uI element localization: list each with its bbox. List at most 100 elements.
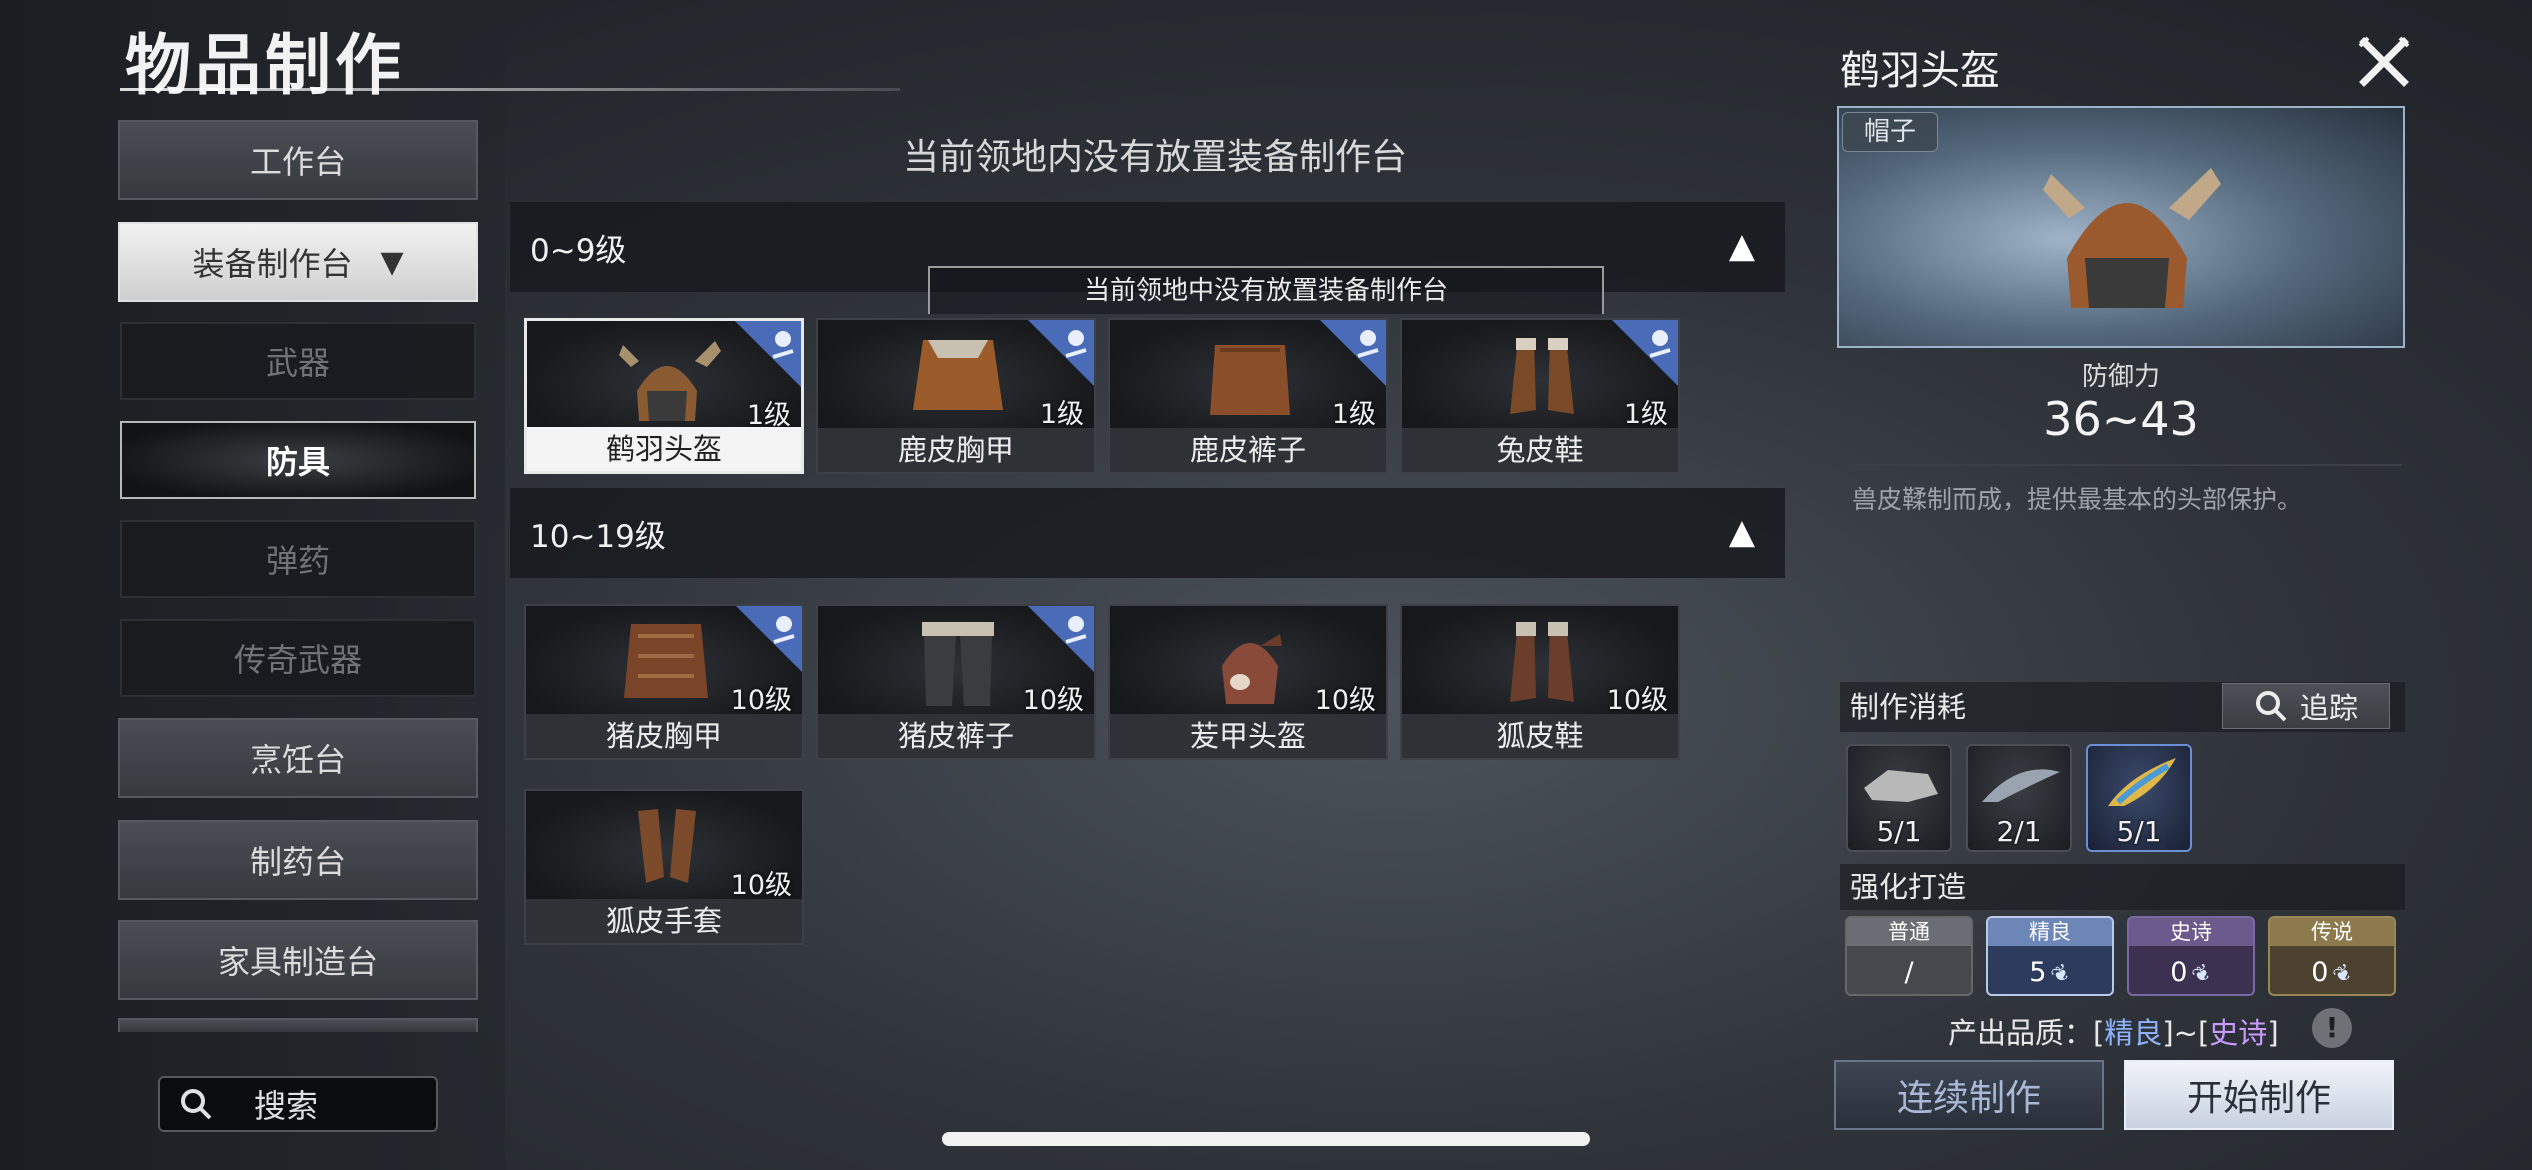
home-indicator[interactable]: [942, 1132, 1590, 1146]
section-title: 10~19级: [530, 518, 666, 555]
quality-fine[interactable]: 精良 5❦: [1986, 916, 2114, 996]
category-workbench[interactable]: 工作台: [118, 120, 478, 200]
material-slot[interactable]: 2/1: [1966, 744, 2072, 852]
blueprint-badge-icon: [1028, 320, 1094, 386]
subcategory-weapons[interactable]: 武器: [120, 322, 476, 400]
enhance-header: 强化打造: [1840, 864, 2405, 910]
item-name: 狐皮鞋: [1402, 714, 1678, 758]
feather-icon: ❦: [2047, 959, 2076, 990]
item-name: 苃甲头盔: [1110, 714, 1386, 758]
quality-value-row: 0❦: [2129, 957, 2253, 990]
output-quality-epic: 史诗: [2209, 1016, 2268, 1050]
blueprint-badge-icon: [1612, 320, 1678, 386]
quality-value-row: 0❦: [2270, 957, 2394, 990]
defense-label: 防御力: [2081, 362, 2160, 392]
item-card[interactable]: 10级 猪皮裤子: [816, 604, 1096, 760]
collapse-icon[interactable]: ▲: [1729, 226, 1755, 266]
item-card[interactable]: 1级 鹿皮胸甲: [816, 318, 1096, 474]
feather-icon: ❦: [2188, 959, 2217, 990]
quality-name: 史诗: [2170, 920, 2212, 944]
category-cooking[interactable]: 烹饪台: [118, 718, 478, 798]
chevron-down-icon: ▼: [380, 244, 404, 280]
bracket: [: [2093, 1016, 2105, 1050]
item-name: 鹿皮胸甲: [818, 428, 1094, 472]
quality-legendary[interactable]: 传说 0❦: [2268, 916, 2396, 996]
item-level: 10级: [1314, 685, 1376, 716]
item-card[interactable]: 10级 狐皮鞋: [1400, 604, 1680, 760]
info-icon[interactable]: !: [2312, 1008, 2352, 1048]
feather-icon: ❦: [2329, 959, 2358, 990]
title-underline: [120, 88, 900, 91]
blueprint-badge-icon: [735, 321, 801, 387]
item-level: 10级: [1606, 685, 1668, 716]
material-count: 5/1: [2116, 815, 2162, 848]
item-name: 猪皮裤子: [818, 714, 1094, 758]
section-header-10-19[interactable]: 10~19级 ▲: [510, 488, 1785, 578]
item-card[interactable]: 10级 苃甲头盔: [1108, 604, 1388, 760]
material-count: 2/1: [1996, 815, 2042, 848]
quality-name: 普通: [1888, 920, 1930, 944]
item-level: 10级: [730, 870, 792, 901]
item-card[interactable]: 1级 兔皮鞋: [1400, 318, 1680, 474]
category-partial[interactable]: [118, 1018, 478, 1032]
start-craft-button[interactable]: 开始制作: [2124, 1060, 2394, 1130]
item-card[interactable]: 10级 狐皮手套: [524, 789, 804, 945]
item-description: 兽皮鞣制而成，提供最基本的头部保护。: [1852, 485, 2303, 514]
item-card[interactable]: 1级 鹿皮裤子: [1108, 318, 1388, 474]
item-name: 猪皮胸甲: [526, 714, 802, 758]
tooltip-no-bench: 当前领地中没有放置装备制作台: [928, 266, 1604, 314]
subcategory-armor[interactable]: 防具: [120, 421, 476, 499]
category-equipment-bench-label: 装备制作台: [192, 245, 353, 283]
quality-value: 5: [2029, 957, 2047, 988]
output-quality: 产出品质：[精良]~[史诗]: [1948, 1010, 2279, 1052]
item-level: 10级: [730, 685, 792, 716]
item-level: 1级: [1623, 399, 1668, 430]
bracket: ]~[: [2162, 1016, 2210, 1050]
category-pharmacy[interactable]: 制药台: [118, 820, 478, 900]
defense-value: 36~43: [2043, 392, 2199, 446]
no-bench-notice: 当前领地内没有放置装备制作台: [902, 137, 1407, 178]
continuous-craft-button[interactable]: 连续制作: [1834, 1060, 2104, 1130]
search-icon: [2255, 691, 2287, 722]
quality-value: 0: [2311, 957, 2329, 988]
quality-value-row: 5❦: [1988, 957, 2112, 990]
subcategory-legendary-weapons[interactable]: 传奇武器: [120, 619, 476, 697]
quality-value: 0: [2170, 957, 2188, 988]
feather-icon: [1982, 769, 2060, 802]
quill-icon: [2108, 758, 2176, 806]
material-count: 5/1: [1876, 815, 1922, 848]
item-name: 鹿皮裤子: [1110, 428, 1386, 472]
track-button[interactable]: 追踪: [2222, 683, 2390, 729]
section-title: 0~9级: [530, 232, 627, 269]
blueprint-badge-icon: [1028, 606, 1094, 672]
output-quality-fine: 精良: [2104, 1016, 2163, 1050]
search-label: 搜索: [254, 1087, 319, 1125]
divider: [1850, 464, 2402, 466]
material-slot[interactable]: 5/1: [1846, 744, 1952, 852]
item-level: 10级: [1022, 685, 1084, 716]
material-slot[interactable]: 5/1: [2086, 744, 2192, 852]
hide-icon: [1864, 770, 1938, 802]
quality-normal[interactable]: 普通 /: [1845, 916, 1973, 996]
search-button[interactable]: 搜索: [158, 1076, 438, 1132]
item-name: 狐皮手套: [526, 899, 802, 943]
track-label: 追踪: [2299, 691, 2358, 725]
item-type-tag: 帽子: [1842, 112, 1938, 152]
quality-epic[interactable]: 史诗 0❦: [2127, 916, 2255, 996]
category-furniture[interactable]: 家具制造台: [118, 920, 478, 1000]
quality-value: /: [1904, 957, 1914, 988]
subcategory-ammo[interactable]: 弹药: [120, 520, 476, 598]
search-icon: [181, 1089, 212, 1120]
detail-title: 鹤羽头盔: [1840, 48, 2000, 94]
item-card[interactable]: 1级 鹤羽头盔: [524, 318, 804, 474]
item-card[interactable]: 10级 猪皮胸甲: [524, 604, 804, 760]
close-icon[interactable]: [2356, 34, 2412, 90]
category-equipment-bench[interactable]: 装备制作台 ▼: [118, 222, 478, 302]
page-title: 物品制作: [125, 27, 405, 104]
output-quality-label: 产出品质：: [1948, 1016, 2094, 1050]
item-name: 兔皮鞋: [1402, 428, 1678, 472]
item-level: 1级: [1331, 399, 1376, 430]
bracket: ]: [2267, 1016, 2279, 1050]
quality-name: 传说: [2311, 920, 2353, 944]
collapse-icon[interactable]: ▲: [1729, 512, 1755, 552]
